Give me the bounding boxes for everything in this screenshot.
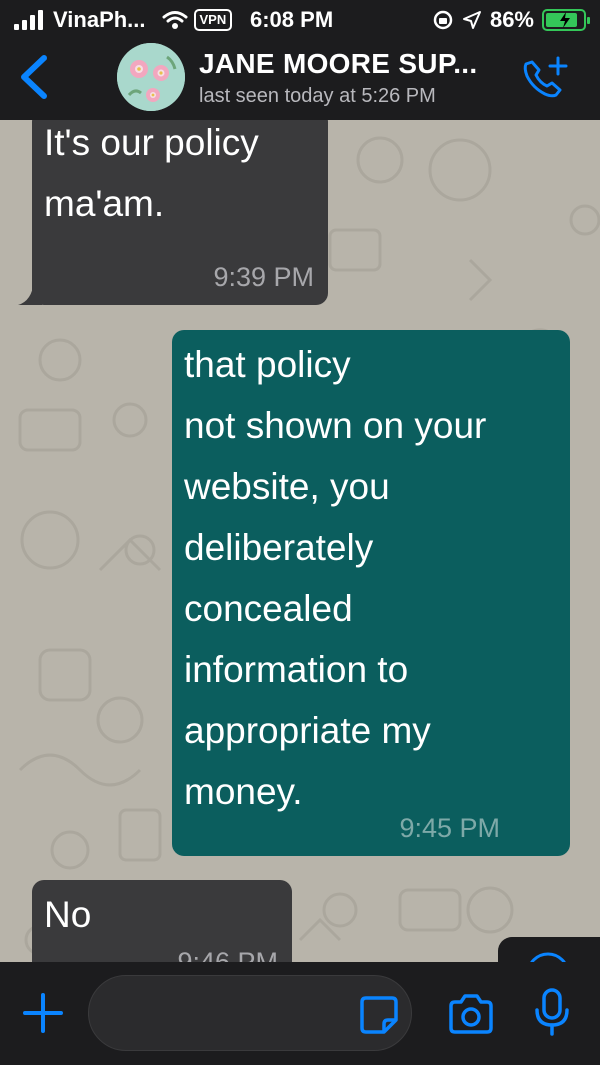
incoming-message-bubble[interactable]: No 9:46 PM [32,880,292,962]
message-text-line: appropriate my [184,710,431,751]
sticker-icon[interactable] [358,994,400,1036]
camera-icon[interactable] [447,992,495,1036]
message-text-line: deliberately [184,527,374,568]
chat-header: VinaPh... VPN 6:08 PM 86% JANE MOORE SUP… [0,0,600,120]
message-text-line: It's our policy [44,122,259,163]
message-text-line: that policy [184,344,351,385]
battery-icon [542,9,590,31]
incoming-message-bubble[interactable]: It's our policy ma'am. 9:39 PM [18,120,328,305]
message-text-line: concealed [184,588,353,629]
back-chevron-icon[interactable] [14,52,54,102]
scroll-to-bottom-button[interactable] [498,937,600,962]
avatar[interactable] [117,43,185,111]
status-time: 6:08 PM [250,7,334,32]
bubble-tail [18,281,42,305]
battery-percent: 86% [489,7,534,32]
audio-call-add-icon[interactable] [518,54,570,102]
message-timestamp: 9:45 PM [399,813,500,843]
status-bar: VinaPh... VPN 6:08 PM 86% [0,0,600,40]
wifi-icon [162,11,188,29]
chat-area[interactable]: It's our policy ma'am. 9:39 PM that policy n… [0,120,600,962]
plus-icon[interactable] [22,992,64,1034]
message-timestamp: 9:39 PM [213,262,314,292]
vpn-badge: VPN [193,9,233,31]
message-timestamp: 9:46 PM [177,947,278,962]
scroll-down-icon [530,952,566,962]
message-text-line: ma'am. [44,183,165,224]
signal-strength-icon [14,10,43,30]
message-text-line: not shown on your [184,405,487,446]
last-seen-status: last seen today at 5:26 PM [199,85,436,107]
orientation-lock-icon [433,10,453,30]
carrier-name: VinaPh... [53,7,146,32]
microphone-icon[interactable] [532,987,572,1037]
outgoing-message-bubble[interactable]: that policy not shown on your website, you… [172,330,570,856]
contact-name[interactable]: JANE MOORE SUP... [199,48,477,80]
location-arrow-icon [462,11,481,29]
message-text-line: website, you [184,466,390,507]
message-text-line: No [44,894,92,935]
message-text-line: information to [184,649,409,690]
message-text-line: money. [184,771,303,812]
